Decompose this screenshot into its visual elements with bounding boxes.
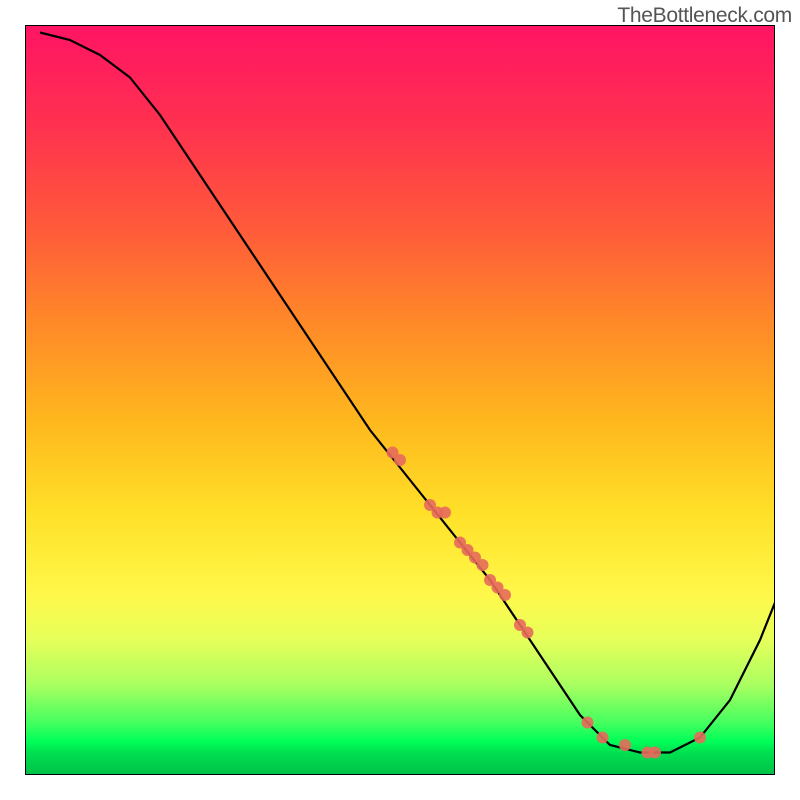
watermark-text: TheBottleneck.com [617,4,792,28]
chart-frame: TheBottleneck.com [0,0,800,800]
plot-background-gradient [25,25,775,775]
